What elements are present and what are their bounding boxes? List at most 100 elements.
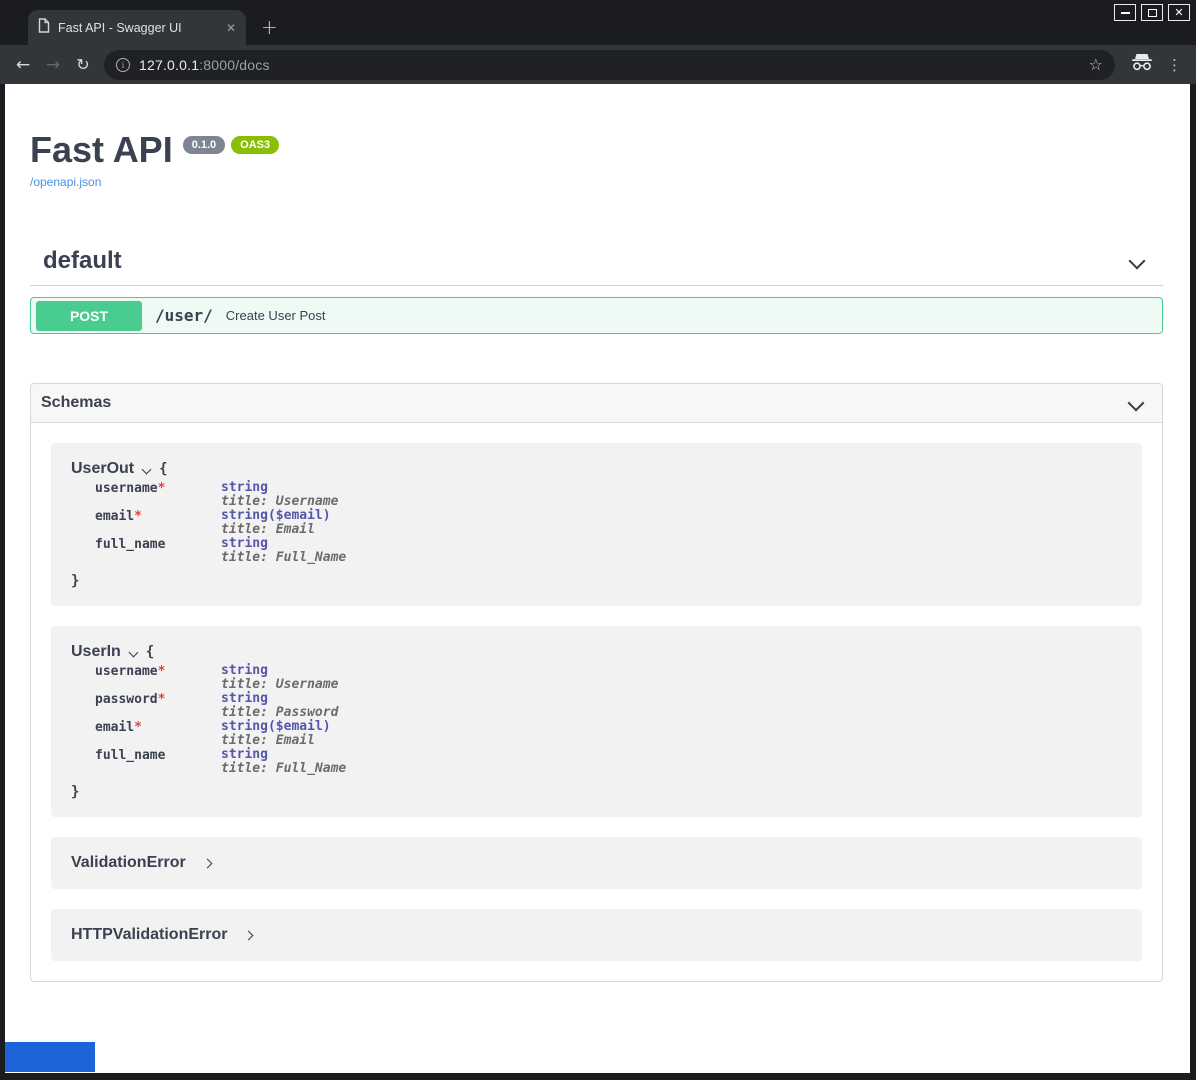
status-bubble [5, 1042, 95, 1072]
tag-section-default: default [30, 247, 1163, 286]
schemas-title: Schemas [41, 394, 111, 412]
property-row: username*stringtitle: Username [71, 664, 1122, 692]
minimize-button[interactable] [1114, 4, 1136, 21]
page-document-icon [38, 18, 50, 38]
model-name: UserIn [71, 643, 121, 661]
page-title: Fast API [30, 129, 173, 170]
chevron-down-icon[interactable] [128, 647, 138, 657]
property-title: title: Username [221, 678, 338, 692]
model-card-HTTPValidationError: HTTPValidationError [51, 909, 1142, 961]
model-name: UserOut [71, 460, 134, 478]
toolbar-right: ⋮ [1125, 54, 1188, 76]
url-text: 127.0.0.1:8000/docs [139, 57, 270, 73]
property-type: string($email) [221, 720, 331, 734]
property-name: email* [71, 720, 221, 748]
api-info: Fast API 0.1.0 OAS3 /openapi.json [30, 129, 1163, 191]
property-title: title: Email [221, 523, 331, 537]
browser-tab[interactable]: Fast API - Swagger UI ✕ [28, 10, 246, 45]
close-brace: } [71, 784, 1122, 800]
back-icon[interactable]: ← [8, 55, 38, 75]
model-card-UserOut: UserOut{username*stringtitle: Usernameem… [51, 443, 1142, 606]
chevron-down-icon[interactable] [1128, 395, 1145, 412]
chevron-down-icon[interactable] [142, 464, 152, 474]
property-info: stringtitle: Full_Name [221, 537, 346, 565]
property-info: stringtitle: Username [221, 664, 338, 692]
bookmark-star-icon[interactable]: ☆ [1089, 55, 1103, 74]
model-toggle-UserIn[interactable]: UserIn { [71, 643, 1122, 661]
close-icon: ✕ [1174, 7, 1183, 18]
model-toggle-ValidationError[interactable]: ValidationError [71, 854, 1122, 872]
url-host: 127.0.0.1 [139, 57, 199, 73]
chevron-right-icon[interactable] [202, 858, 212, 868]
property-name: password* [71, 692, 221, 720]
endpoint-post-user[interactable]: POST /user/ Create User Post [30, 297, 1163, 334]
model-toggle-HTTPValidationError[interactable]: HTTPValidationError [71, 926, 1122, 944]
model-toggle-UserOut[interactable]: UserOut { [71, 460, 1122, 478]
property-info: string($email)title: Email [221, 509, 331, 537]
address-bar[interactable]: i 127.0.0.1:8000/docs ☆ [104, 50, 1115, 80]
model-properties: username*stringtitle: Usernameemail*stri… [71, 481, 1122, 565]
tab-close-icon[interactable]: ✕ [226, 21, 236, 35]
property-row: email*string($email)title: Email [71, 509, 1122, 537]
reload-icon[interactable]: ↻ [68, 55, 98, 74]
chevron-down-icon[interactable] [1129, 253, 1146, 270]
swagger-ui: Fast API 0.1.0 OAS3 /openapi.json defaul… [5, 84, 1190, 982]
property-type: string [221, 537, 346, 551]
required-marker: * [158, 664, 166, 679]
property-name: email* [71, 509, 221, 537]
required-marker: * [134, 720, 142, 735]
browser-titlebar: Fast API - Swagger UI ✕ + ✕ [0, 0, 1196, 45]
property-info: stringtitle: Full_Name [221, 748, 346, 776]
maximize-button[interactable] [1141, 4, 1163, 21]
property-type: string [221, 664, 338, 678]
model-properties: username*stringtitle: Usernamepassword*s… [71, 664, 1122, 776]
model-card-UserIn: UserIn{username*stringtitle: Usernamepas… [51, 626, 1142, 817]
endpoint-summary: Create User Post [226, 308, 326, 323]
required-marker: * [158, 692, 166, 707]
property-type: string [221, 692, 338, 706]
schemas-section: Schemas UserOut{username*stringtitle: Us… [30, 383, 1163, 982]
minimize-icon [1121, 12, 1130, 14]
property-type: string [221, 481, 338, 495]
model-name: ValidationError [71, 854, 186, 872]
tag-header[interactable]: default [30, 247, 1163, 275]
open-brace: { [146, 644, 154, 660]
property-name: username* [71, 664, 221, 692]
property-name: username* [71, 481, 221, 509]
new-tab-button[interactable]: + [261, 15, 278, 39]
incognito-icon [1131, 54, 1153, 76]
method-badge: POST [36, 301, 142, 331]
version-badge: 0.1.0 [183, 136, 225, 154]
openapi-spec-link[interactable]: /openapi.json [30, 175, 101, 189]
open-brace: { [159, 461, 167, 477]
required-marker: * [158, 481, 166, 496]
schemas-header[interactable]: Schemas [31, 384, 1162, 423]
property-title: title: Password [221, 706, 338, 720]
badges: 0.1.0 OAS3 [183, 136, 279, 154]
url-path: :8000/docs [199, 57, 270, 73]
property-name: full_name [71, 537, 221, 565]
property-row: full_namestringtitle: Full_Name [71, 537, 1122, 565]
menu-icon[interactable]: ⋮ [1167, 56, 1182, 74]
property-row: username*stringtitle: Username [71, 481, 1122, 509]
oas3-badge: OAS3 [231, 136, 279, 154]
endpoint-path: /user/ [155, 306, 213, 325]
site-info-icon[interactable]: i [116, 58, 130, 72]
property-info: stringtitle: Password [221, 692, 338, 720]
maximize-icon [1148, 9, 1157, 17]
close-button[interactable]: ✕ [1168, 4, 1190, 21]
property-row: email*string($email)title: Email [71, 720, 1122, 748]
property-info: string($email)title: Email [221, 720, 331, 748]
close-brace: } [71, 573, 1122, 589]
required-marker: * [134, 509, 142, 524]
property-title: title: Username [221, 495, 338, 509]
tab-title: Fast API - Swagger UI [58, 21, 218, 35]
property-title: title: Email [221, 734, 331, 748]
model-card-ValidationError: ValidationError [51, 837, 1142, 889]
property-title: title: Full_Name [221, 762, 346, 776]
property-name: full_name [71, 748, 221, 776]
forward-icon[interactable]: → [38, 55, 68, 75]
property-type: string [221, 748, 346, 762]
window-controls: ✕ [1114, 4, 1190, 21]
chevron-right-icon[interactable] [244, 930, 254, 940]
